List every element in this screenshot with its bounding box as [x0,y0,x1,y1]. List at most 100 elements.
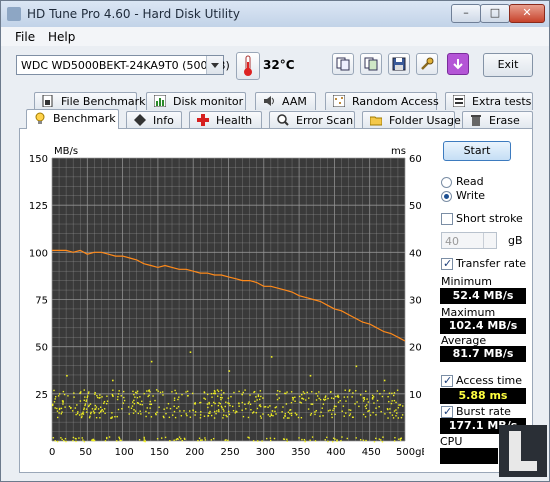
maximize-button[interactable]: □ [480,4,510,23]
access-time-point [116,398,119,401]
access-time-point [80,413,83,415]
access-time-point [263,406,265,408]
access-time-point [333,405,336,407]
start-button[interactable]: Start [443,141,511,161]
access-time-point [348,409,350,411]
access-time-point [304,440,306,443]
burst-rate-checkbox[interactable] [441,405,453,418]
copy-screenshot-button[interactable] [360,53,382,75]
exit-button[interactable]: Exit [483,53,533,77]
access-time-point [399,404,402,406]
access-time-point [154,399,156,402]
access-time-point [267,406,269,408]
access-time-point [111,417,113,419]
tab-health[interactable]: Health [189,111,262,129]
access-time-point [214,410,216,413]
access-time-point [210,414,213,417]
menu-help[interactable]: Help [48,30,75,44]
tab-file-benchmark[interactable]: File Benchmark [34,92,146,110]
tab-label: Info [153,114,174,127]
short-stroke-checkbox[interactable] [441,213,453,225]
access-time-point [275,413,277,415]
access-time-point [217,409,220,411]
access-time-point [344,389,346,391]
benchmark-icon [34,112,46,124]
access-time-checkbox[interactable] [441,374,453,387]
access-time-point [199,439,202,441]
drive-select[interactable]: WDC WD5000BEKT-24KA9T0 (500 gB) [16,55,230,75]
access-time-point [65,440,67,443]
access-time-point [251,412,254,414]
close-button[interactable]: ✕ [509,4,545,23]
access-time-point [60,413,63,415]
access-time-point [391,414,394,416]
short-stroke-spinner[interactable]: 40 [441,232,497,249]
access-time-outlier [112,379,114,382]
access-time-point [197,439,199,442]
access-time-point [219,402,222,405]
tab-label: Random Access [352,95,439,108]
access-time-point [96,394,98,397]
tab-benchmark[interactable]: Benchmark [26,109,119,129]
access-time-point [248,401,250,403]
access-time-point [301,397,303,400]
tab-label: Folder Usage [389,114,461,127]
minimize-button[interactable]: – [451,4,481,23]
access-time-point [167,402,170,405]
chevron-down-icon[interactable] [206,56,223,74]
access-time-point [74,437,77,440]
access-time-point [390,402,393,405]
save-button[interactable] [388,53,410,75]
access-time-point [163,408,165,410]
access-time-point [177,398,179,401]
access-time-point [327,440,329,443]
tab-info[interactable]: Info [126,111,182,129]
write-radio[interactable] [441,191,452,202]
access-time-point [181,393,183,396]
access-time-point [276,393,278,396]
access-time-point [236,411,238,413]
toolbar: WDC WD5000BEKT-24KA9T0 (500 gB) 32°C Exi… [1,46,549,86]
download-button[interactable] [447,53,469,75]
y-right-tick-label: 20 [409,343,422,354]
access-time-point [249,394,251,396]
access-time-point [331,413,333,415]
spinner-arrows-icon[interactable] [483,233,496,248]
write-label: Write [456,189,486,202]
options-button[interactable] [416,53,438,75]
access-time-point [155,413,157,415]
access-time-point [234,412,237,414]
tab-extra-tests[interactable]: Extra tests [445,92,533,110]
access-time-point [364,405,367,408]
read-radio[interactable] [441,177,452,188]
access-time-point [94,391,96,394]
access-time-point [295,414,298,416]
access-time-point [298,437,300,439]
tab-erase[interactable]: Erase [462,111,533,129]
tab-disk-monitor[interactable]: Disk monitor [146,92,246,110]
access-time-point [238,390,240,393]
access-time-point [365,439,367,442]
tab-random-access[interactable]: Random Access [325,92,439,110]
menu-file[interactable]: File [15,30,35,44]
access-time-point [289,412,291,415]
access-time-point [316,395,319,397]
cpu-value [440,448,498,464]
copy-info-button[interactable] [332,53,354,75]
access-time-point [130,407,133,409]
access-time-point [279,390,281,393]
access-time-point [383,389,385,392]
access-time-point [54,398,56,400]
access-time-point [300,393,303,396]
tab-aam[interactable]: AAM [255,92,316,110]
access-time-point [399,439,402,441]
access-time-point [322,415,324,417]
access-time-point [332,397,335,400]
transfer-rate-checkbox[interactable] [441,257,453,270]
access-time-point [136,396,139,399]
access-time-point [178,436,181,438]
tab-folder-usage[interactable]: Folder Usage [362,111,461,129]
access-time-point [60,437,62,439]
floppy-disk-icon [392,57,406,71]
tab-error-scan[interactable]: Error Scan [269,111,355,129]
